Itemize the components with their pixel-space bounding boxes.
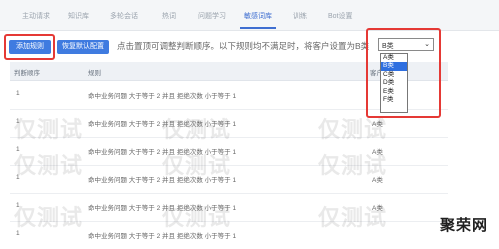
watermark: 仅测试: [162, 117, 232, 142]
column-order: 判断顺序: [14, 70, 40, 77]
watermark: 仅测试: [162, 153, 232, 178]
tab-hot-words[interactable]: 热词: [162, 11, 176, 21]
restore-default-button[interactable]: 恢复默认配置: [57, 40, 109, 54]
tab-active-request[interactable]: 主动请求: [22, 11, 50, 21]
tab-knowledge-base[interactable]: 知识库: [68, 11, 89, 21]
tab-question-learning[interactable]: 问题学习: [198, 11, 226, 21]
watermark: 仅测试: [14, 205, 84, 230]
watermark: 仅测试: [318, 205, 388, 230]
watermark: 仅测试: [14, 117, 84, 142]
watermark: 仅测试: [318, 153, 388, 178]
tab-multi-turn[interactable]: 多轮会话: [110, 11, 138, 21]
row-order: 1: [16, 90, 20, 97]
column-rule: 规则: [88, 70, 101, 77]
add-rule-highlight-box: [4, 34, 55, 60]
tab-sensitive-words[interactable]: 敏感词库: [244, 11, 272, 21]
watermark: 仅测试: [14, 153, 84, 178]
hint-text: 点击置顶可调整判断顺序。以下规则均不满足时，将客户设置为B类: [117, 41, 370, 51]
tab-bot-settings[interactable]: Bot设置: [328, 11, 353, 21]
row-rule: 命中业务问题 大于等于 2 并且 拒绝次数 小于等于 1: [88, 93, 237, 100]
site-logo: 聚荣网: [440, 217, 489, 234]
tab-bar: 主动请求 知识库 多轮会话 热词 问题学习 敏感词库 训练 Bot设置: [0, 0, 499, 31]
active-tab-indicator: [240, 27, 276, 29]
select-highlight-box: [366, 28, 441, 118]
watermark: 仅测试: [318, 117, 388, 142]
tab-training[interactable]: 训练: [293, 11, 307, 21]
watermark: 仅测试: [162, 205, 232, 230]
